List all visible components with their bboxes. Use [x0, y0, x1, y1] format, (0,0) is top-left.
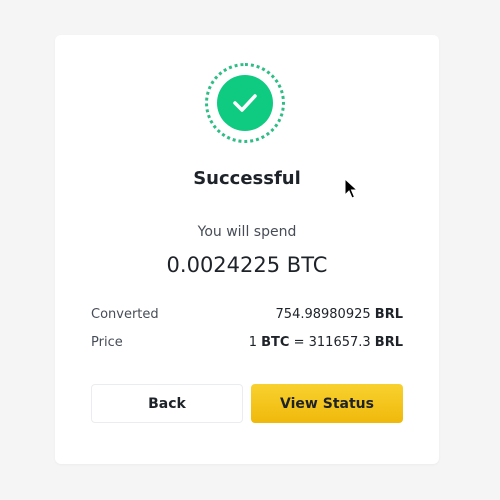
status-title: Successful [193, 168, 301, 189]
price-lhs-amount: 1 [248, 335, 257, 350]
converted-amount: 754.98980925 [275, 307, 371, 322]
spend-amount: 0.0024225 BTC [166, 253, 328, 277]
price-value: 1 BTC = 311657.3 BRL [249, 335, 403, 350]
spend-label: You will spend [197, 224, 297, 240]
converted-value: 754.98980925 BRL [276, 307, 403, 322]
back-button[interactable]: Back [91, 384, 243, 423]
success-card: Successful You will spend 0.0024225 BTC … [55, 35, 439, 464]
converted-unit: BRL [374, 307, 403, 322]
price-lhs-unit: BTC [261, 335, 290, 350]
view-status-button[interactable]: View Status [251, 384, 403, 423]
converted-label: Converted [91, 307, 159, 322]
checkmark-icon [233, 94, 257, 112]
price-rhs-amount: 311657.3 [308, 335, 371, 350]
check-circle-icon [217, 75, 273, 131]
price-row: Price 1 BTC = 311657.3 BRL [91, 335, 403, 350]
success-ring [205, 63, 285, 143]
price-rhs-unit: BRL [374, 335, 403, 350]
converted-row: Converted 754.98980925 BRL [91, 307, 403, 322]
price-equals: = [293, 335, 305, 350]
price-label: Price [91, 335, 123, 350]
mouse-pointer-icon [344, 178, 358, 199]
